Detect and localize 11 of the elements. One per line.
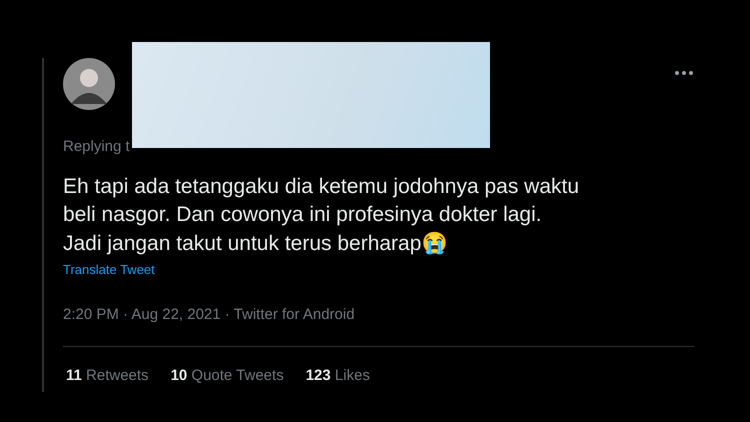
engagement-stat[interactable]: 123 Likes [306, 365, 370, 388]
tweet-text-line: Eh tapi ada tetanggaku dia ketemu jodohnya pas waktu [63, 174, 580, 198]
avatar[interactable] [63, 58, 115, 110]
translate-link[interactable]: Translate Tweet [63, 262, 155, 277]
tweet-text-line: beli nasgor. Dan cowonya ini profesinya dokter lagi. [63, 203, 542, 226]
engagement-stat[interactable]: 10 Quote Tweets [170, 365, 284, 388]
tweet-timestamp: 2:20 PM · Aug 22, 2021 · Twitter for Android [63, 306, 355, 322]
tweet-text-line: Jadi jangan takut untuk terus berharap😭 [63, 232, 448, 254]
replying-to-text: Replying t [63, 138, 130, 155]
engagement-stat[interactable]: 11 Retweets [66, 365, 149, 388]
more-icon[interactable] [674, 70, 694, 76]
